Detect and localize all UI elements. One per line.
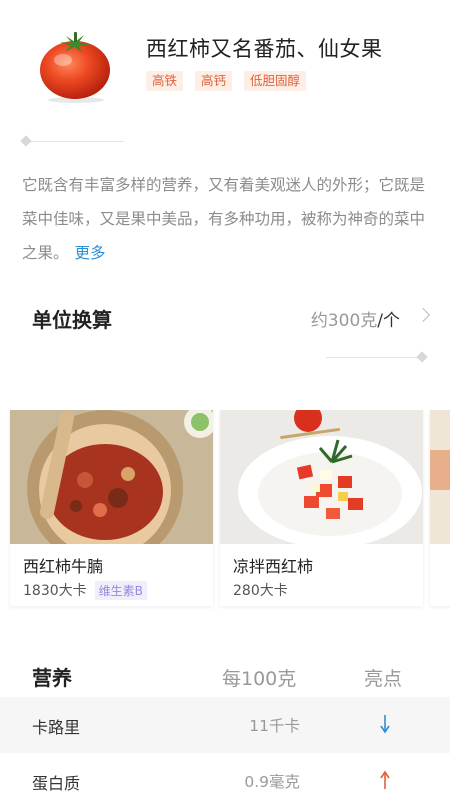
food-description: 它既含有丰富多样的营养，又有着美观迷人的外形；它既是菜中佳味，又是果中美品，有多… [22,168,434,270]
tomato-image [40,32,110,103]
unit-weight: 约300克 [310,311,378,331]
unit-conversion-row[interactable]: 单位换算 约300克/个 [0,298,450,338]
recipe-calories: 280大卡 [233,583,288,599]
recipe-image-tomato-salad [220,410,423,544]
tag-high-calcium: 高钙 [195,71,233,91]
recipe-image-partial [430,410,450,544]
nutrition-row: 蛋白质 0.9毫克 [0,753,450,800]
recipe-name: 西红柿牛腩 [23,557,104,576]
unit-conversion-value: 约300克/个 [311,306,400,331]
nutrient-badge: 维生素B [94,580,147,600]
diamond-icon [20,135,32,147]
nutrition-title: 营养 [32,666,72,690]
nutrition-row: 卡路里 11千卡 [0,697,450,753]
tag-high-iron: 高铁 [146,71,184,91]
arrow-down-icon [380,715,390,734]
food-title: 西红柿又名番茄、仙女果 [146,37,383,61]
chevron-right-icon [415,307,431,323]
tag-low-cholesterol: 低胆固醇 [244,71,307,91]
recipe-calories: 1830大卡 [23,583,87,599]
nutrient-name: 蛋白质 [32,774,81,793]
arrow-up-icon [380,770,390,789]
unit-conversion-label: 单位换算 [32,308,112,332]
food-tags: 高铁 高钙 低胆固醇 [146,71,307,91]
nutrient-value: 0.9毫克 [244,773,300,791]
diamond-icon [416,351,428,363]
recipe-card[interactable]: 凉拌西红柿 280大卡 [220,410,423,606]
more-link[interactable]: 更多 [75,244,106,262]
recipe-image-beef-brisket [10,410,213,544]
food-header: 西红柿又名番茄、仙女果 高铁 高钙 低胆固醇 [0,0,450,120]
recipe-card-partial[interactable] [430,410,450,606]
nutrition-header: 营养 每100克 亮点 [0,656,450,694]
section-divider [326,351,428,363]
nutrient-value: 11千卡 [249,717,300,735]
recipe-meta: 1830大卡 维生素B [23,580,147,600]
recipe-carousel[interactable]: 西红柿牛腩 1830大卡 维生素B 凉拌西红柿 280大卡 [0,410,450,610]
recipe-name: 凉拌西红柿 [233,557,314,576]
section-divider [20,135,124,147]
recipe-meta: 280大卡 [233,580,288,600]
highlight-header: 亮点 [364,668,403,690]
unit-suffix: /个 [377,311,400,331]
nutrient-name: 卡路里 [32,718,81,737]
per-100g-header: 每100克 [222,668,297,690]
recipe-card[interactable]: 西红柿牛腩 1830大卡 维生素B [10,410,213,606]
